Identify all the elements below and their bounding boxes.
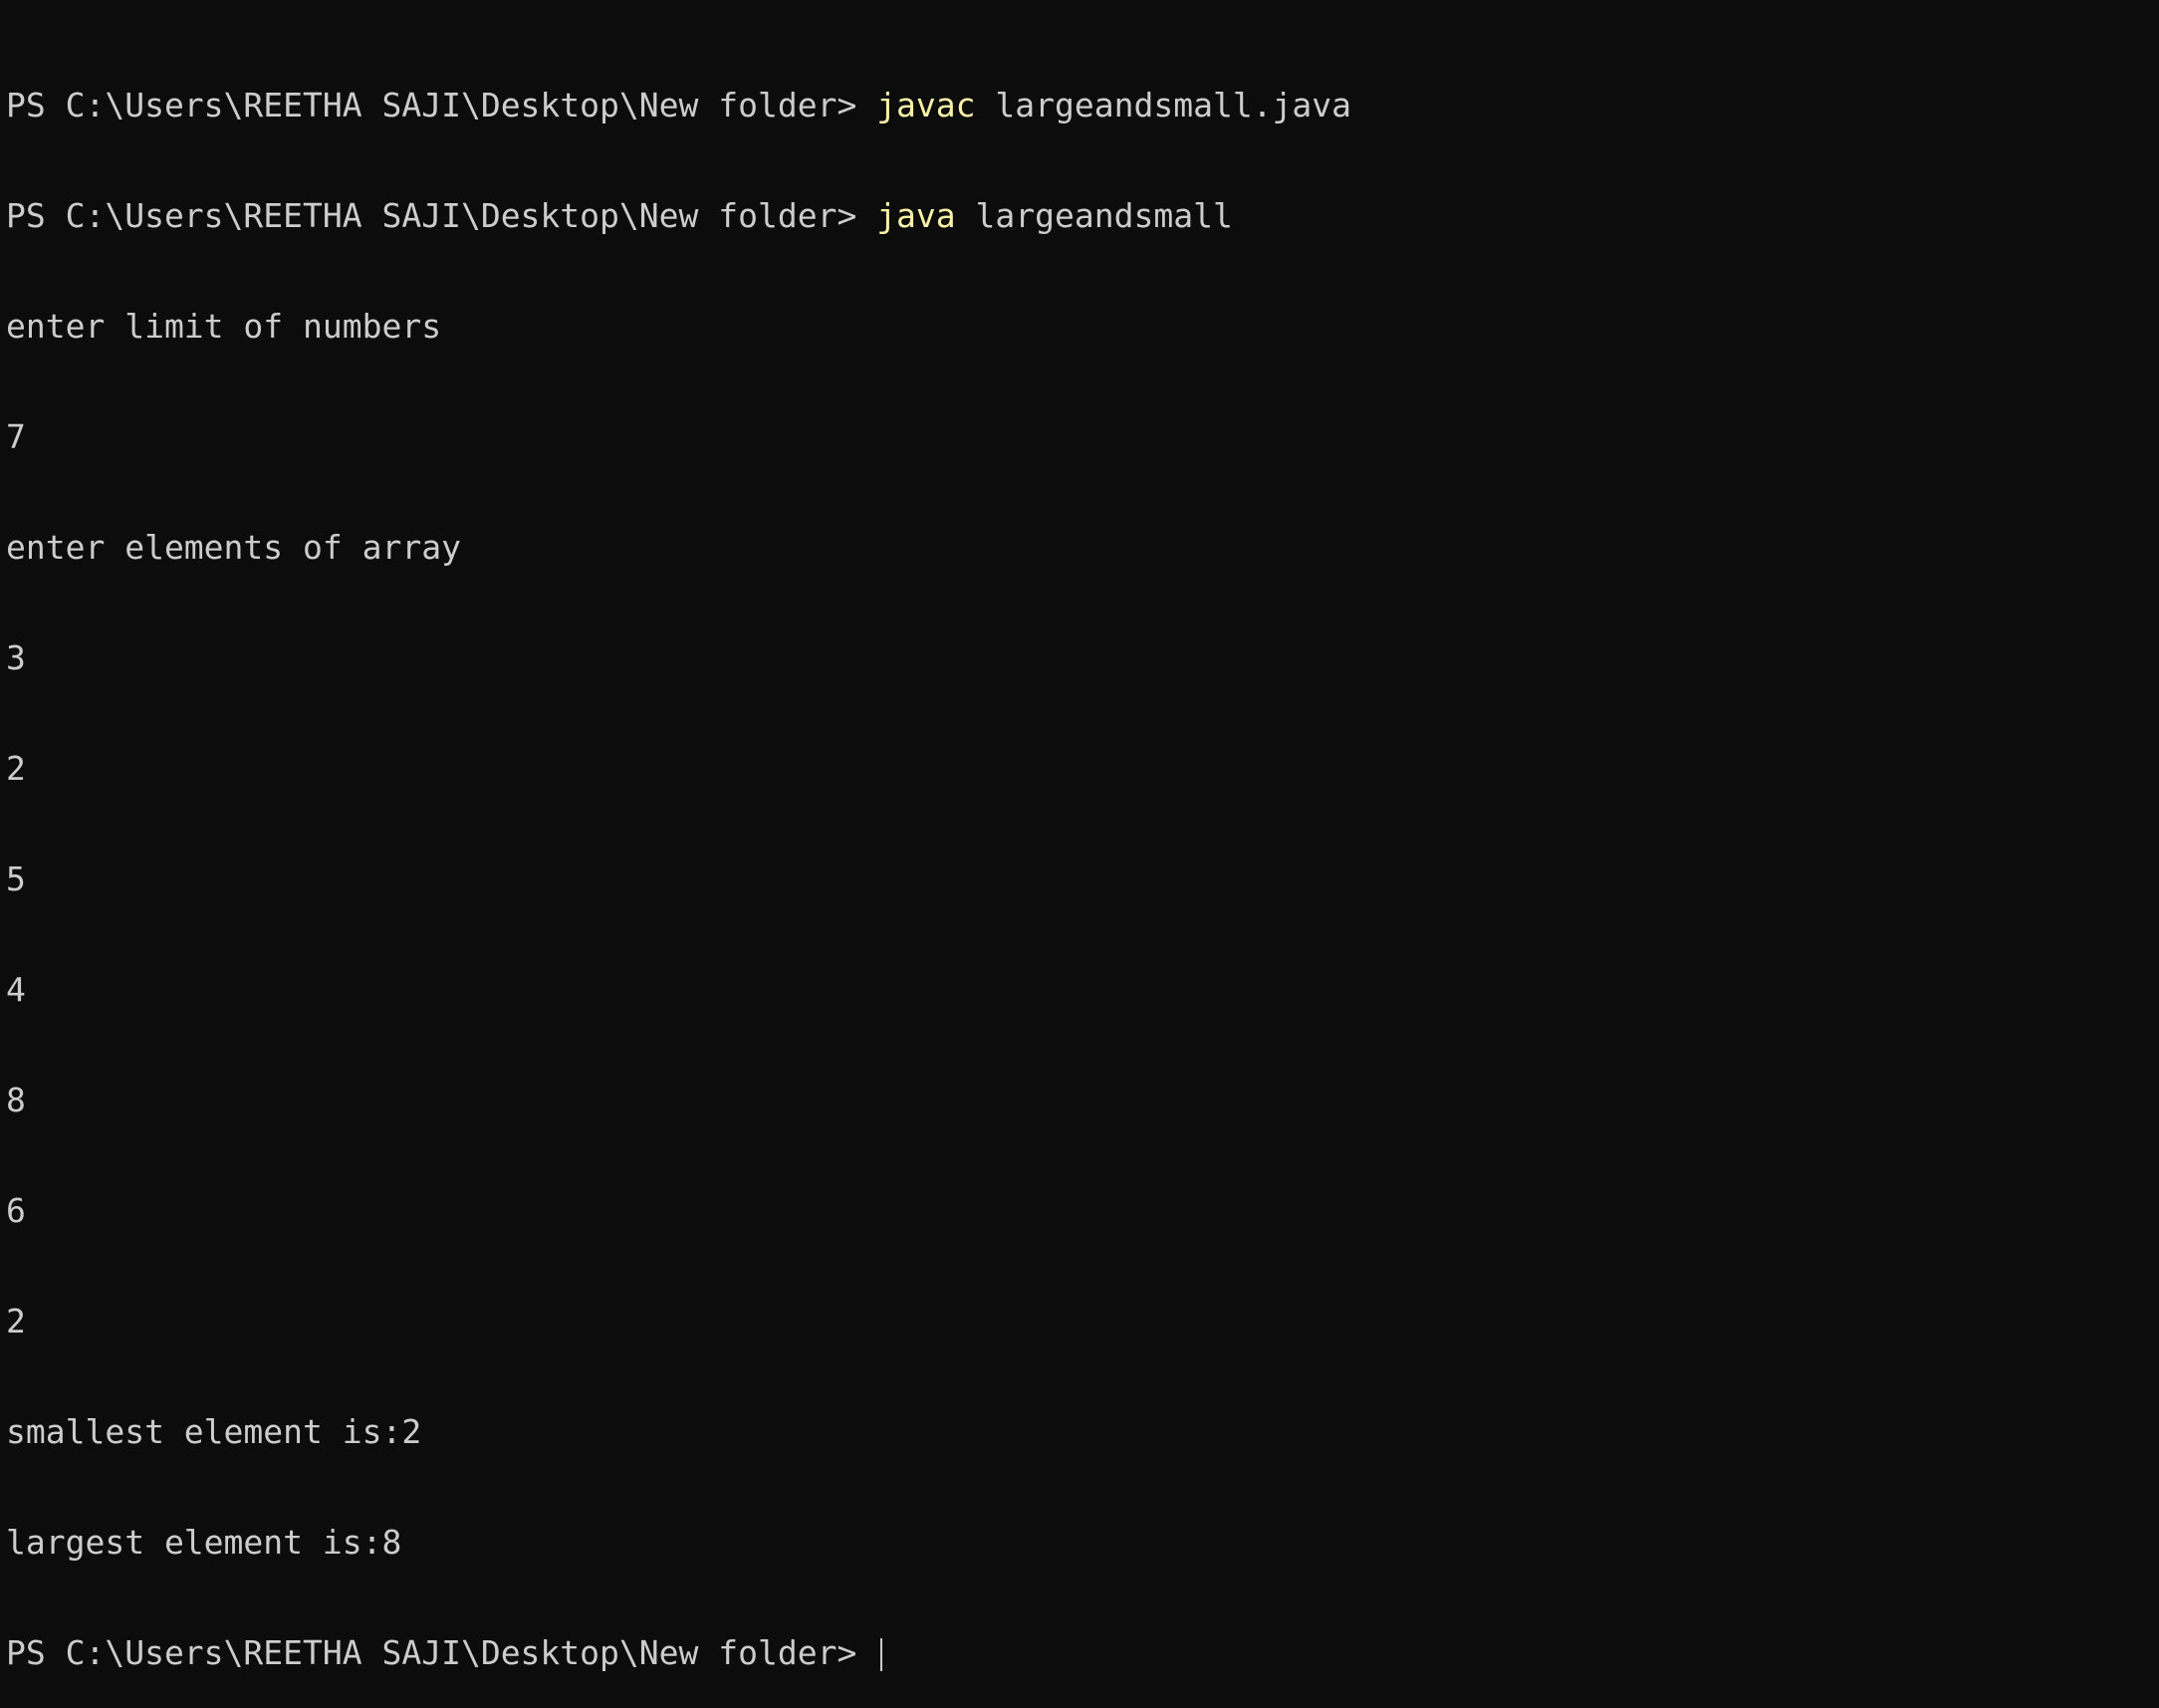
output-line: 2: [6, 1302, 26, 1341]
output-line: 6: [6, 1191, 26, 1230]
command-name: javac: [876, 86, 976, 124]
command-name: java: [876, 196, 956, 235]
prompt-text: PS C:\Users\REETHA SAJI\Desktop\New fold…: [6, 196, 857, 235]
output-line: 3: [6, 638, 26, 677]
text-cursor: [880, 1638, 883, 1671]
output-line: 2: [6, 749, 26, 788]
output-line: largest element is:8: [6, 1523, 402, 1562]
output-line: 8: [6, 1081, 26, 1119]
terminal-output[interactable]: PS C:\Users\REETHA SAJI\Desktop\New fold…: [6, 13, 2147, 1708]
output-line: smallest element is:2: [6, 1412, 422, 1451]
output-line: 5: [6, 859, 26, 898]
prompt-text: PS C:\Users\REETHA SAJI\Desktop\New fold…: [6, 86, 857, 124]
command-args: largeandsmall: [975, 196, 1233, 235]
output-line: 4: [6, 970, 26, 1009]
output-line: enter limit of numbers: [6, 307, 442, 346]
output-line: 7: [6, 417, 26, 456]
command-args: largeandsmall.java: [995, 86, 1352, 124]
command-line: PS C:\Users\REETHA SAJI\Desktop\New fold…: [6, 87, 2147, 123]
prompt-text: PS C:\Users\REETHA SAJI\Desktop\New fold…: [6, 1633, 857, 1672]
output-line: enter elements of array: [6, 528, 461, 567]
command-line: PS C:\Users\REETHA SAJI\Desktop\New fold…: [6, 197, 2147, 234]
active-prompt-line[interactable]: PS C:\Users\REETHA SAJI\Desktop\New fold…: [6, 1634, 2147, 1671]
terminal-window[interactable]: { "terminal": { "prompt": "PS C:\\Users\…: [0, 0, 2159, 1671]
